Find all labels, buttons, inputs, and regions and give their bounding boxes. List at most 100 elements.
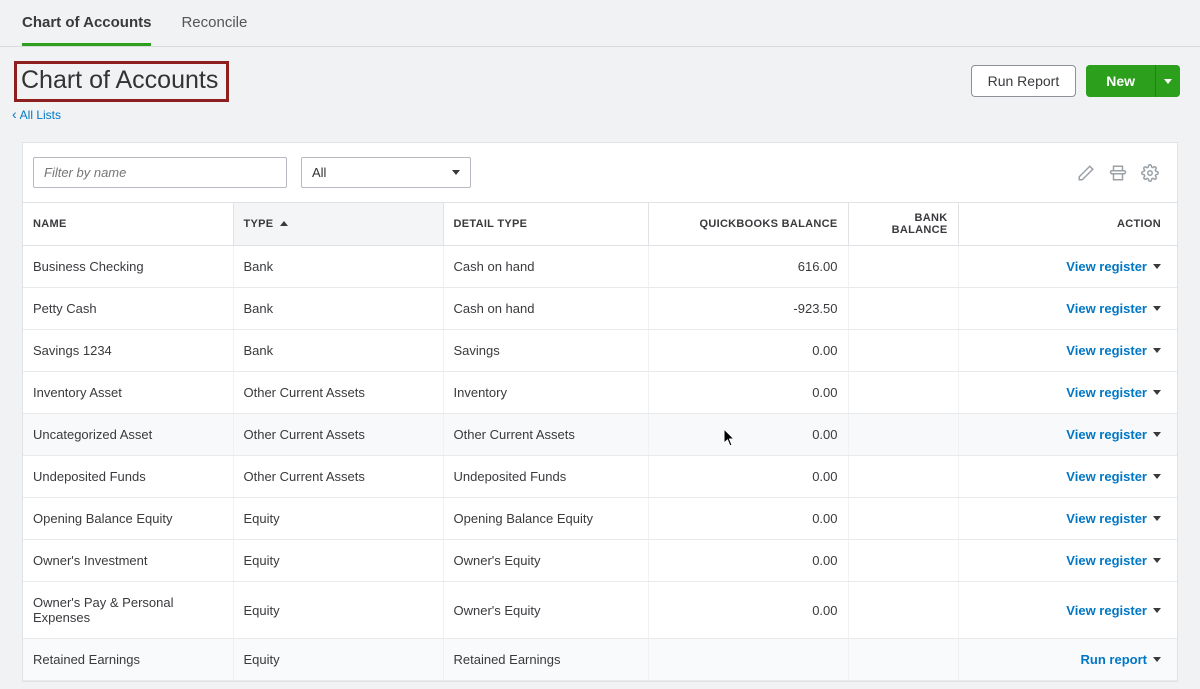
- cell-action: Run report: [958, 639, 1177, 681]
- cell-name: Petty Cash: [23, 288, 233, 330]
- cell-quickbooks-balance: [648, 639, 848, 681]
- cell-quickbooks-balance: 0.00: [648, 330, 848, 372]
- cell-quickbooks-balance: 0.00: [648, 456, 848, 498]
- cell-quickbooks-balance: 0.00: [648, 414, 848, 456]
- column-header-detail-type[interactable]: DETAIL TYPE: [443, 203, 648, 246]
- column-header-action[interactable]: ACTION: [958, 203, 1177, 246]
- run-report-link[interactable]: Run report: [1081, 652, 1147, 667]
- view-register-link[interactable]: View register: [1066, 301, 1147, 316]
- column-header-quickbooks-balance[interactable]: QUICKBOOKS BALANCE: [648, 203, 848, 246]
- action-dropdown-caret[interactable]: [1153, 516, 1161, 521]
- cell-bank-balance: [848, 330, 958, 372]
- cell-bank-balance: [848, 288, 958, 330]
- new-button[interactable]: New: [1086, 65, 1155, 97]
- cell-action: View register: [958, 246, 1177, 288]
- content-card: All NAME TYPE DETAIL TYPE QU: [22, 142, 1178, 682]
- cell-action: View register: [958, 330, 1177, 372]
- column-header-type[interactable]: TYPE: [233, 203, 443, 246]
- table-row: Petty CashBankCash on hand-923.50 View re…: [23, 288, 1177, 330]
- tab-chart-of-accounts[interactable]: Chart of Accounts: [22, 14, 151, 46]
- cell-bank-balance: [848, 372, 958, 414]
- action-dropdown-caret[interactable]: [1153, 348, 1161, 353]
- view-register-link[interactable]: View register: [1066, 427, 1147, 442]
- cell-bank-balance: [848, 456, 958, 498]
- edit-icon[interactable]: [1077, 164, 1095, 182]
- action-dropdown-caret[interactable]: [1153, 608, 1161, 613]
- filter-select-value: All: [312, 165, 326, 180]
- cell-bank-balance: [848, 414, 958, 456]
- cell-action: View register: [958, 414, 1177, 456]
- cell-bank-balance: [848, 582, 958, 639]
- table-row: Opening Balance EquityEquityOpening Bala…: [23, 498, 1177, 540]
- chevron-down-icon: [1164, 79, 1172, 84]
- cell-bank-balance: [848, 246, 958, 288]
- chevron-down-icon: [452, 170, 460, 175]
- cell-quickbooks-balance: -923.50: [648, 288, 848, 330]
- cell-name: Business Checking: [23, 246, 233, 288]
- print-icon[interactable]: [1109, 164, 1127, 182]
- cell-bank-balance: [848, 498, 958, 540]
- cell-action: View register: [958, 582, 1177, 639]
- action-dropdown-caret[interactable]: [1153, 390, 1161, 395]
- cell-name: Undeposited Funds: [23, 456, 233, 498]
- table-row: Uncategorized AssetOther Current AssetsO…: [23, 414, 1177, 456]
- cell-quickbooks-balance: 0.00: [648, 540, 848, 582]
- view-register-link[interactable]: View register: [1066, 385, 1147, 400]
- action-dropdown-caret[interactable]: [1153, 474, 1161, 479]
- cell-detail-type: Owner's Equity: [443, 582, 648, 639]
- cell-detail-type: Undeposited Funds: [443, 456, 648, 498]
- table-row: Retained EarningsEquityRetained Earnings…: [23, 639, 1177, 681]
- cell-name: Owner's Pay & Personal Expenses: [23, 582, 233, 639]
- tabs-bar: Chart of Accounts Reconcile: [0, 0, 1200, 47]
- cell-type: Bank: [233, 330, 443, 372]
- cell-bank-balance: [848, 540, 958, 582]
- view-register-link[interactable]: View register: [1066, 511, 1147, 526]
- cell-action: View register: [958, 498, 1177, 540]
- cell-name: Opening Balance Equity: [23, 498, 233, 540]
- action-dropdown-caret[interactable]: [1153, 657, 1161, 662]
- cell-detail-type: Savings: [443, 330, 648, 372]
- table-row: Undeposited FundsOther Current AssetsUnd…: [23, 456, 1177, 498]
- page-header: Chart of Accounts All Lists Run Report N…: [0, 47, 1200, 126]
- cell-name: Savings 1234: [23, 330, 233, 372]
- tab-reconcile[interactable]: Reconcile: [181, 14, 247, 46]
- action-dropdown-caret[interactable]: [1153, 558, 1161, 563]
- back-all-lists-link[interactable]: All Lists: [12, 106, 229, 122]
- column-header-bank-balance[interactable]: BANK BALANCE: [848, 203, 958, 246]
- cell-detail-type: Cash on hand: [443, 288, 648, 330]
- cell-type: Bank: [233, 288, 443, 330]
- cell-detail-type: Owner's Equity: [443, 540, 648, 582]
- table-row: Business CheckingBankCash on hand616.00V…: [23, 246, 1177, 288]
- cell-type: Other Current Assets: [233, 456, 443, 498]
- view-register-link[interactable]: View register: [1066, 603, 1147, 618]
- new-button-dropdown[interactable]: [1155, 65, 1180, 97]
- cell-quickbooks-balance: 0.00: [648, 498, 848, 540]
- cell-bank-balance: [848, 639, 958, 681]
- cell-quickbooks-balance: 616.00: [648, 246, 848, 288]
- cell-type: Equity: [233, 540, 443, 582]
- accounts-table: NAME TYPE DETAIL TYPE QUICKBOOKS BALANCE…: [23, 202, 1177, 681]
- filter-row: All: [23, 143, 1177, 202]
- run-report-button[interactable]: Run Report: [971, 65, 1077, 97]
- cell-name: Inventory Asset: [23, 372, 233, 414]
- view-register-link[interactable]: View register: [1066, 259, 1147, 274]
- cell-action: View register: [958, 456, 1177, 498]
- view-register-link[interactable]: View register: [1066, 469, 1147, 484]
- cell-type: Equity: [233, 639, 443, 681]
- cell-action: View register: [958, 372, 1177, 414]
- table-row: Inventory AssetOther Current AssetsInven…: [23, 372, 1177, 414]
- action-dropdown-caret[interactable]: [1153, 432, 1161, 437]
- cell-detail-type: Inventory: [443, 372, 648, 414]
- cell-detail-type: Opening Balance Equity: [443, 498, 648, 540]
- view-register-link[interactable]: View register: [1066, 343, 1147, 358]
- gear-icon[interactable]: [1141, 164, 1159, 182]
- filter-type-select[interactable]: All: [301, 157, 471, 188]
- cell-action: View register: [958, 288, 1177, 330]
- view-register-link[interactable]: View register: [1066, 553, 1147, 568]
- cell-name: Retained Earnings: [23, 639, 233, 681]
- cell-quickbooks-balance: 0.00: [648, 372, 848, 414]
- filter-by-name-input[interactable]: [33, 157, 287, 188]
- column-header-name[interactable]: NAME: [23, 203, 233, 246]
- action-dropdown-caret[interactable]: [1153, 264, 1161, 269]
- action-dropdown-caret[interactable]: [1153, 306, 1161, 311]
